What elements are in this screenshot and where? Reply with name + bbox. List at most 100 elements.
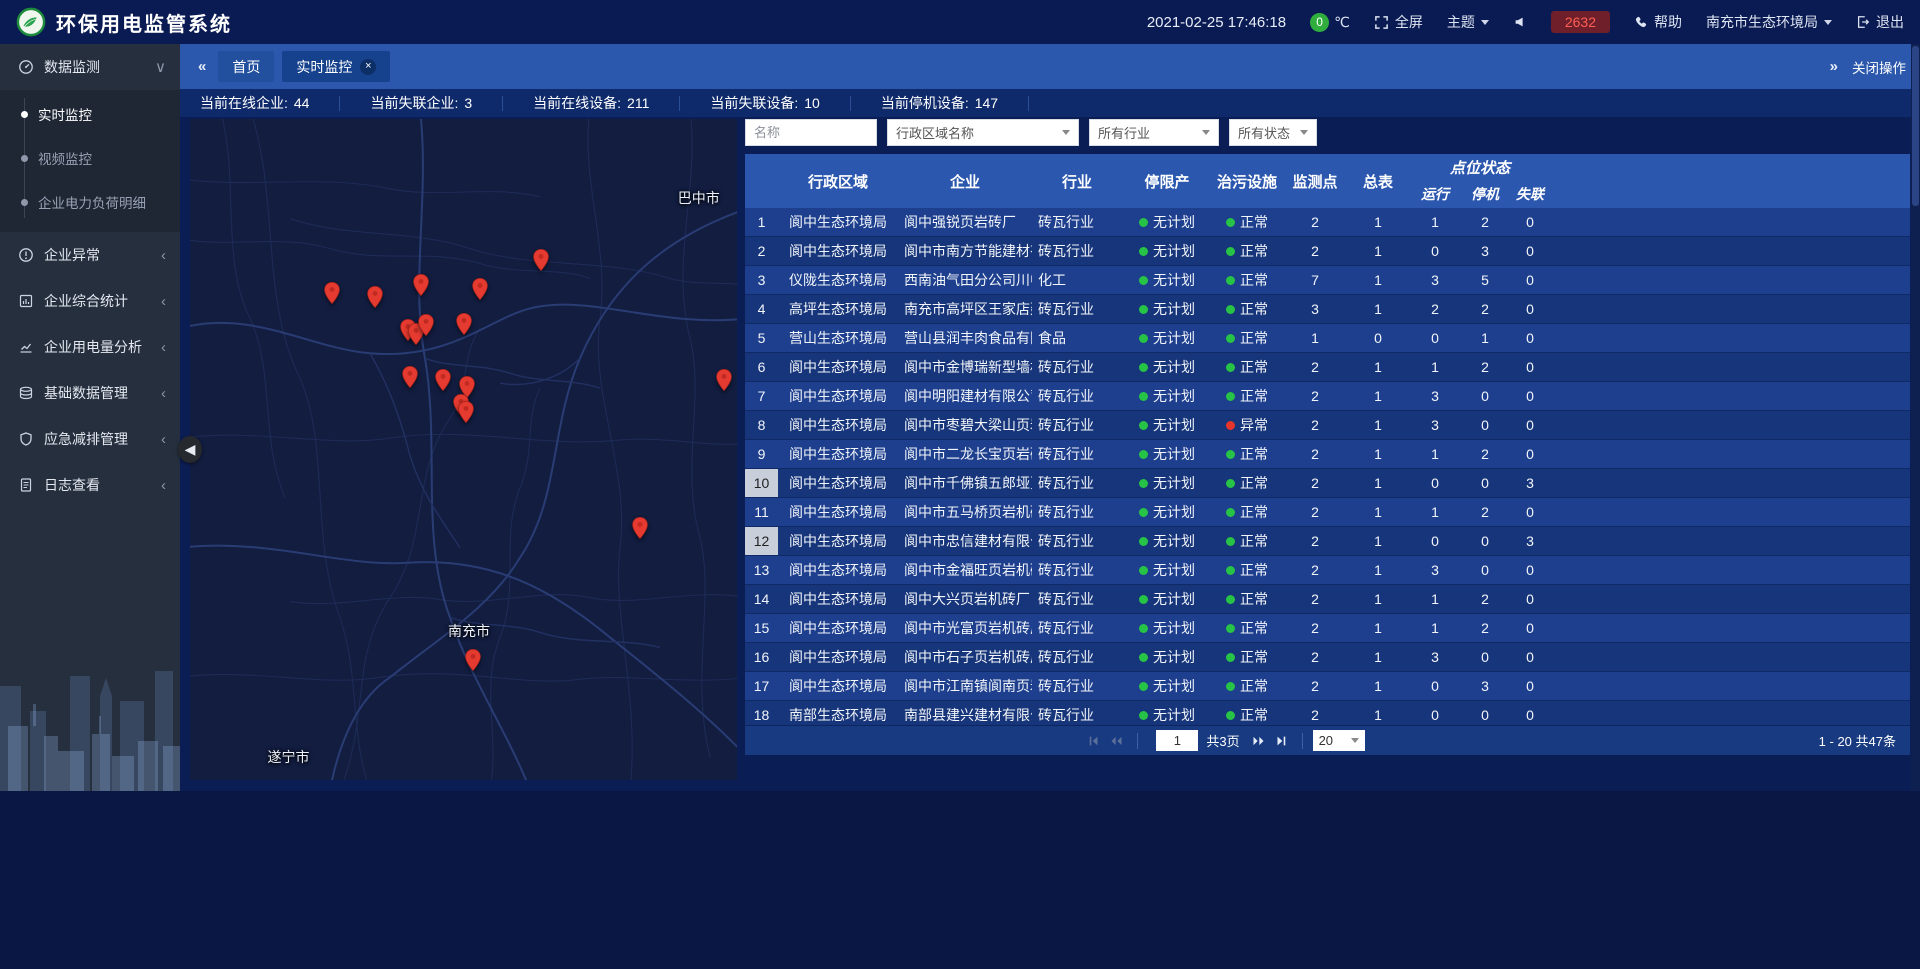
table-row[interactable]: 1阆中生态环境局阆中强锐页岩砖厂砖瓦行业无计划正常21120: [745, 208, 1910, 237]
cell-industry: 砖瓦行业: [1032, 440, 1122, 468]
row-index: 9: [745, 440, 778, 468]
map-pin-icon[interactable]: [533, 248, 550, 272]
row-index: 2: [745, 237, 778, 265]
cell-filler: [1552, 440, 1910, 468]
table-row[interactable]: 15阆中生态环境局阆中市光富页岩机砖厂砖瓦行业无计划正常21120: [745, 614, 1910, 643]
map-canvas[interactable]: 巴中市南充市遂宁市: [190, 119, 737, 780]
sidebar-item[interactable]: 实时监控: [0, 92, 180, 136]
table-row[interactable]: 9阆中生态环境局阆中市二龙长宝页岩砖砖瓦行业无计划正常21120: [745, 440, 1910, 469]
status-dot-green: [1139, 276, 1148, 285]
tabs-scroll-left-button[interactable]: «: [194, 58, 210, 75]
table-row[interactable]: 17阆中生态环境局阆中市江南镇阆南页岩砖瓦行业无计划正常21030: [745, 672, 1910, 701]
table-row[interactable]: 2阆中生态环境局阆中市南方节能建材有砖瓦行业无计划正常21030: [745, 237, 1910, 266]
prev-page-button[interactable]: [1105, 731, 1127, 751]
table-row[interactable]: 7阆中生态环境局阆中明阳建材有限公司砖瓦行业无计划正常21300: [745, 382, 1910, 411]
sidebar-group-label: 企业用电量分析: [44, 337, 151, 357]
sidebar-item[interactable]: 视频监控: [0, 136, 180, 180]
sidebar-collapse-button[interactable]: ◀: [178, 436, 202, 463]
close-operations-button[interactable]: 关闭操作: [1852, 57, 1906, 77]
stat-value: 44: [294, 95, 310, 111]
scrollbar-thumb[interactable]: [1912, 46, 1919, 206]
table-row[interactable]: 8阆中生态环境局阆中市枣碧大梁山页岩砖瓦行业无计划异常21300: [745, 411, 1910, 440]
first-page-button[interactable]: [1083, 731, 1105, 751]
sidebar-group[interactable]: 日志查看‹: [0, 462, 180, 508]
sidebar-group-label: 数据监测: [44, 57, 145, 77]
table-row[interactable]: 13阆中生态环境局阆中市金福旺页岩机砖砖瓦行业无计划正常21300: [745, 556, 1910, 585]
vertical-scrollbar[interactable]: [1911, 44, 1920, 791]
cell-region: 高坪生态环境局: [778, 295, 898, 323]
cell-offline: 0: [1508, 353, 1552, 381]
map-pin-icon[interactable]: [456, 312, 473, 336]
sidebar-group[interactable]: 基础数据管理‹: [0, 370, 180, 416]
table-row[interactable]: 14阆中生态环境局阆中大兴页岩机砖厂砖瓦行业无计划正常21120: [745, 585, 1910, 614]
speaker-icon[interactable]: [1513, 15, 1527, 29]
table-row[interactable]: 12阆中生态环境局阆中市忠信建材有限公砖瓦行业无计划正常21003: [745, 527, 1910, 556]
map-pin-icon[interactable]: [715, 368, 732, 392]
table-row[interactable]: 6阆中生态环境局阆中市金博瑞新型墙材砖瓦行业无计划正常21120: [745, 353, 1910, 382]
cell-running: 3: [1408, 643, 1462, 671]
cell-offline: 0: [1508, 614, 1552, 642]
table-row[interactable]: 16阆中生态环境局阆中市石子页岩机砖厂砖瓦行业无计划正常21300: [745, 643, 1910, 672]
region-select[interactable]: 行政区域名称: [887, 119, 1079, 146]
chevron-down-icon: [1062, 130, 1070, 135]
status-dot-green: [1139, 711, 1148, 720]
next-page-button[interactable]: [1248, 731, 1270, 751]
cell-filler: [1552, 585, 1910, 613]
status-select[interactable]: 所有状态: [1229, 119, 1317, 146]
cell-stopped: 0: [1462, 469, 1508, 497]
table-row[interactable]: 4高坪生态环境局南充市高坪区王家店建砖瓦行业无计划正常31220: [745, 295, 1910, 324]
map-pin-icon[interactable]: [412, 273, 429, 297]
tabs-scroll-right-button[interactable]: »: [1826, 58, 1842, 75]
page-number-input[interactable]: [1156, 730, 1198, 751]
tab[interactable]: 首页: [218, 51, 274, 82]
cell-running: 0: [1408, 701, 1462, 725]
map-pin-icon[interactable]: [464, 648, 481, 672]
sidebar-group[interactable]: 企业异常‹: [0, 232, 180, 278]
close-icon[interactable]: ×: [360, 59, 376, 75]
table-header: 行政区域 企业 行业 停限产 治污设施 监测点 总表 点位状态 运行: [745, 154, 1910, 208]
industry-select[interactable]: 所有行业: [1089, 119, 1219, 146]
sidebar-group[interactable]: 数据监测∨: [0, 44, 180, 90]
stat-item: 当前失联设备:10: [710, 96, 850, 111]
tab[interactable]: 实时监控×: [282, 51, 390, 82]
map-pin-icon[interactable]: [417, 313, 434, 337]
page-size-select[interactable]: 20: [1313, 730, 1365, 751]
name-search-input[interactable]: [745, 119, 877, 146]
map-pin-icon[interactable]: [632, 516, 649, 540]
theme-dropdown[interactable]: 主题: [1447, 12, 1489, 32]
cell-stopped: 2: [1462, 295, 1508, 323]
sidebar-item[interactable]: 企业电力负荷明细: [0, 180, 180, 224]
help-button[interactable]: 帮助: [1634, 12, 1682, 32]
cell-offline: 0: [1508, 643, 1552, 671]
sidebar: 数据监测∨实时监控视频监控企业电力负荷明细企业异常‹企业综合统计‹企业用电量分析…: [0, 44, 180, 791]
table-row[interactable]: 10阆中生态环境局阆中市千佛镇五郎垭页岩砖瓦行业无计划正常21003: [745, 469, 1910, 498]
logout-button[interactable]: 退出: [1856, 12, 1904, 32]
cell-running: 0: [1408, 469, 1462, 497]
row-index: 5: [745, 324, 778, 352]
cell-facility-status: 正常: [1212, 353, 1282, 381]
row-index: 11: [745, 498, 778, 526]
map-pin-icon[interactable]: [471, 277, 488, 301]
table-row[interactable]: 5营山生态环境局营山县润丰肉食品有限食品无计划正常10010: [745, 324, 1910, 353]
sidebar-group[interactable]: 应急减排管理‹: [0, 416, 180, 462]
cell-filler: [1552, 411, 1910, 439]
sidebar-group[interactable]: 企业综合统计‹: [0, 278, 180, 324]
cell-total-meters: 1: [1348, 237, 1408, 265]
alarm-count-badge[interactable]: 2632: [1551, 11, 1610, 33]
stat-item: 当前在线企业:44: [200, 96, 340, 111]
map-pin-icon[interactable]: [401, 365, 418, 389]
status-dot-green: [1139, 595, 1148, 604]
map-pin-icon[interactable]: [323, 281, 340, 305]
status-dot-green: [1139, 218, 1148, 227]
map-pin-icon[interactable]: [458, 400, 475, 424]
table-row[interactable]: 18南部生态环境局南部县建兴建材有限公砖瓦行业无计划正常21000: [745, 701, 1910, 725]
table-row[interactable]: 11阆中生态环境局阆中市五马桥页岩机砖砖瓦行业无计划正常21120: [745, 498, 1910, 527]
cell-facility-status: 正常: [1212, 324, 1282, 352]
last-page-button[interactable]: [1270, 731, 1292, 751]
map-pin-icon[interactable]: [366, 285, 383, 309]
sidebar-group[interactable]: 企业用电量分析‹: [0, 324, 180, 370]
table-row[interactable]: 3仪陇生态环境局西南油气田分公司川中化工无计划正常71350: [745, 266, 1910, 295]
org-dropdown[interactable]: 南充市生态环境局: [1706, 12, 1832, 32]
map-pin-icon[interactable]: [435, 368, 452, 392]
fullscreen-button[interactable]: 全屏: [1374, 12, 1423, 32]
